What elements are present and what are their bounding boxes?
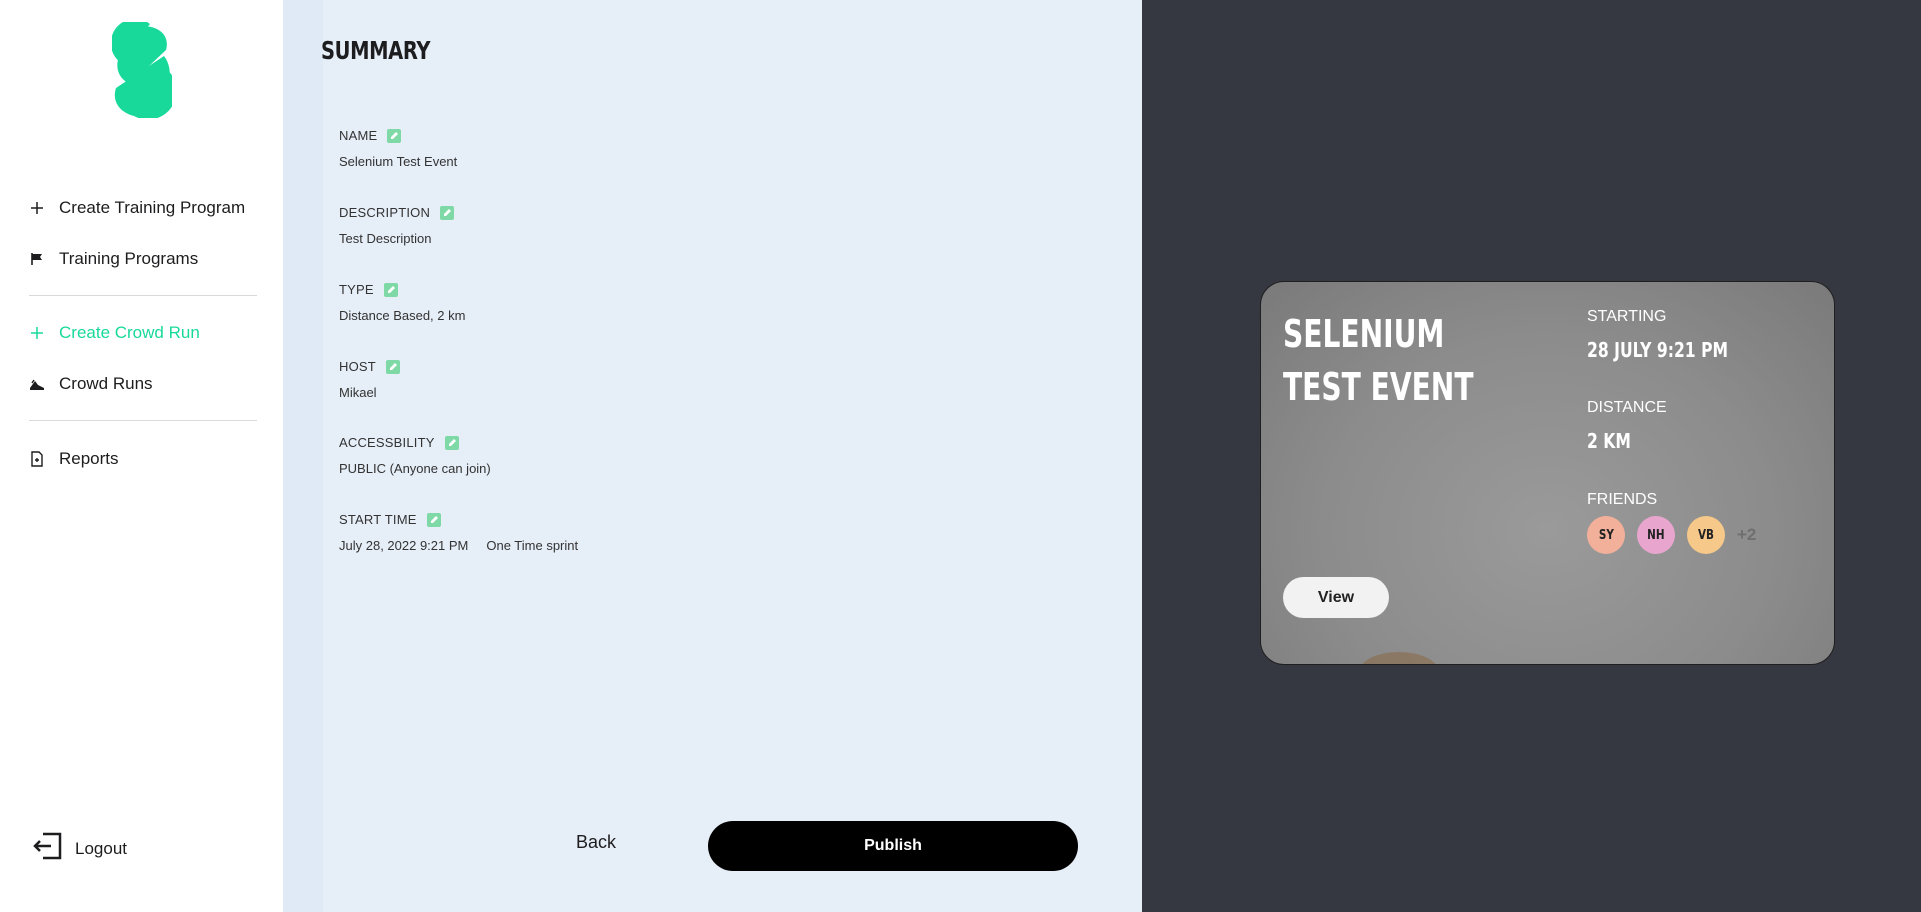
- avatar-initials: VB: [1697, 527, 1714, 543]
- edit-icon[interactable]: [440, 205, 455, 220]
- field-value: PUBLIC (Anyone can join): [339, 461, 491, 476]
- avatar[interactable]: VB: [1687, 516, 1725, 554]
- field-value: Test Description: [339, 231, 432, 246]
- avatar-initials: SY: [1598, 527, 1614, 543]
- field-value: Distance Based, 2 km: [339, 308, 466, 323]
- field-name: NAME Selenium Test Event: [339, 128, 457, 169]
- back-button[interactable]: Back: [560, 827, 632, 857]
- sidebar: Create Training Program Training Program…: [0, 0, 283, 912]
- field-description: DESCRIPTION Test Description: [339, 205, 455, 246]
- sidebar-item-reports[interactable]: Reports: [29, 449, 119, 469]
- plus-icon: [29, 325, 45, 341]
- sidebar-item-label: Reports: [59, 449, 119, 468]
- field-value: Mikael: [339, 385, 377, 400]
- card-title: SELENIUM TEST EVENT: [1283, 312, 1474, 409]
- edit-icon[interactable]: [383, 282, 398, 297]
- field-label: ACCESSBILITY: [339, 435, 435, 450]
- sidebar-item-training-programs[interactable]: Training Programs: [29, 249, 198, 269]
- edit-icon[interactable]: [385, 359, 400, 374]
- divider: [29, 420, 257, 421]
- field-label: NAME: [339, 128, 378, 143]
- publish-button[interactable]: Publish: [708, 821, 1078, 871]
- edit-icon[interactable]: [444, 435, 459, 450]
- sidebar-item-label: Training Programs: [59, 249, 199, 268]
- starting-label: STARTING: [1587, 308, 1667, 325]
- logout-button[interactable]: Logout: [33, 832, 127, 865]
- logout-icon: [33, 832, 63, 865]
- sidebar-item-create-training-program[interactable]: Create Training Program: [29, 198, 245, 218]
- sidebar-item-label: Create Crowd Run: [59, 323, 200, 342]
- distance-label: DISTANCE: [1587, 399, 1667, 416]
- friends-label: FRIENDS: [1587, 491, 1658, 508]
- field-type: TYPE Distance Based, 2 km: [339, 282, 465, 323]
- avatar[interactable]: NH: [1637, 516, 1675, 554]
- panel-stripe: [283, 0, 323, 912]
- edit-icon[interactable]: [426, 512, 441, 527]
- event-preview-card: SELENIUM TEST EVENT STARTING 28 JULY 9:2…: [1260, 281, 1835, 665]
- view-button[interactable]: View: [1283, 577, 1389, 618]
- page-title: SUMMARY: [321, 36, 431, 65]
- avatar-initials: NH: [1647, 527, 1665, 543]
- edit-icon[interactable]: [387, 128, 402, 143]
- flag-icon: [29, 251, 45, 267]
- friends-avatars: SY NH VB +2: [1587, 516, 1756, 554]
- field-accessibility: ACCESSBILITY PUBLIC (Anyone can join): [339, 435, 491, 476]
- sidebar-item-crowd-runs[interactable]: Crowd Runs: [29, 374, 153, 394]
- field-host: HOST Mikael: [339, 359, 400, 400]
- card-image-peek: [1359, 652, 1439, 664]
- starting-value: 28 JULY 9:21 PM: [1587, 338, 1729, 362]
- recurrence-value: One Time sprint: [486, 538, 579, 553]
- field-label: DESCRIPTION: [339, 205, 431, 220]
- field-label: TYPE: [339, 282, 374, 297]
- report-icon: [29, 451, 45, 467]
- sidebar-item-label: Create Training Program: [59, 198, 246, 217]
- running-shoe-icon: [29, 376, 45, 392]
- plus-icon: [29, 200, 45, 216]
- app-logo[interactable]: [112, 22, 172, 118]
- sidebar-item-label: Crowd Runs: [59, 374, 153, 393]
- sidebar-item-create-crowd-run[interactable]: Create Crowd Run: [29, 323, 200, 343]
- more-friends-count: +2: [1737, 525, 1757, 544]
- avatar[interactable]: SY: [1587, 516, 1625, 554]
- field-label: HOST: [339, 359, 376, 374]
- field-start-time: START TIME July 28, 2022 9:21 PM One Time…: [339, 512, 578, 553]
- field-value: Selenium Test Event: [339, 154, 458, 169]
- start-time-value: July 28, 2022 9:21 PM: [339, 538, 469, 553]
- field-value: July 28, 2022 9:21 PM One Time sprint: [339, 538, 578, 553]
- distance-value: 2 KM: [1587, 429, 1631, 453]
- field-label: START TIME: [339, 512, 417, 527]
- logout-label: Logout: [75, 838, 127, 858]
- divider: [29, 295, 257, 296]
